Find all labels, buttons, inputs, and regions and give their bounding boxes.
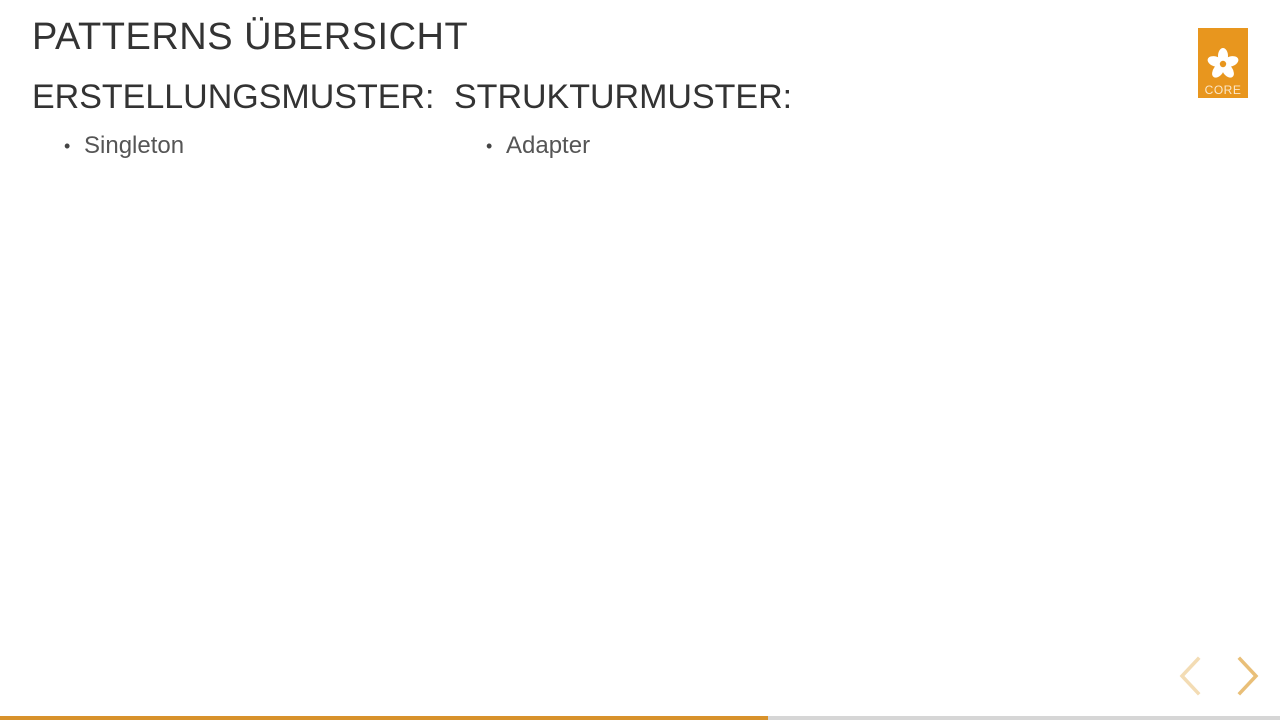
progress-bar: [0, 716, 1280, 720]
slide-title: PATTERNS ÜBERSICHT: [32, 16, 469, 58]
chevron-left-icon: [1179, 656, 1201, 696]
list-item: • Singleton: [32, 131, 434, 161]
bullet-icon: •: [64, 136, 71, 156]
slide: PATTERNS ÜBERSICHT ERSTELLUNGSMUSTER: • …: [0, 0, 1280, 720]
pattern-list: • Adapter: [454, 131, 792, 161]
logo-text: CORE: [1204, 83, 1242, 97]
pattern-list: • Singleton: [32, 131, 434, 161]
core-logo: CORE: [1198, 28, 1248, 98]
bullet-icon: •: [486, 136, 493, 156]
list-item-label: Adapter: [506, 132, 591, 159]
progress-bar-fill: [0, 716, 768, 720]
column-creational-patterns: ERSTELLUNGSMUSTER: • Singleton: [32, 78, 434, 161]
column-heading: ERSTELLUNGSMUSTER:: [32, 78, 435, 116]
previous-slide-button[interactable]: [1176, 656, 1206, 696]
flower-icon: [1207, 48, 1239, 78]
list-item: • Adapter: [454, 131, 792, 161]
list-item-label: Singleton: [84, 132, 185, 159]
next-slide-button[interactable]: [1232, 656, 1262, 696]
column-heading: STRUKTURMUSTER:: [454, 78, 793, 116]
chevron-right-icon: [1237, 656, 1259, 696]
column-structural-patterns: STRUKTURMUSTER: • Adapter: [454, 78, 792, 161]
